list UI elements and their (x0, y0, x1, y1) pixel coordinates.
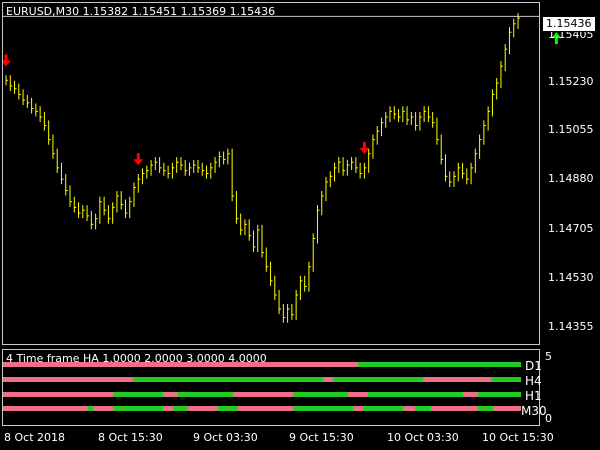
main-chart-frame (2, 2, 540, 345)
row-label-m30: M30 (521, 404, 547, 418)
time-tick: 10 Oct 03:30 (387, 431, 459, 444)
price-tick: 1.15230 (548, 75, 594, 88)
row-label-d1: D1 (525, 359, 542, 373)
indicator-title: 4 Time frame HA 1.0000 2.0000 3.0000 4.0… (6, 352, 267, 365)
time-tick: 8 Oct 15:30 (98, 431, 163, 444)
time-tick: 9 Oct 03:30 (193, 431, 258, 444)
row-label-h1: H1 (525, 389, 542, 403)
row-label-h4: H4 (525, 374, 542, 388)
price-tick: 1.15055 (548, 123, 594, 136)
time-tick: 9 Oct 15:30 (289, 431, 354, 444)
chart-title: EURUSD,M30 1.15382 1.15451 1.15369 1.154… (6, 5, 276, 18)
price-tick: 1.14705 (548, 222, 594, 235)
price-tick: 1.14880 (548, 172, 594, 185)
current-price-badge: 1.15436 (542, 16, 596, 32)
indicator-axis-tick: 5 (545, 350, 552, 363)
time-tick: 8 Oct 2018 (4, 431, 66, 444)
price-tick: 1.14530 (548, 271, 594, 284)
time-tick: 10 Oct 15:30 (482, 431, 554, 444)
price-tick: 1.14355 (548, 320, 594, 333)
